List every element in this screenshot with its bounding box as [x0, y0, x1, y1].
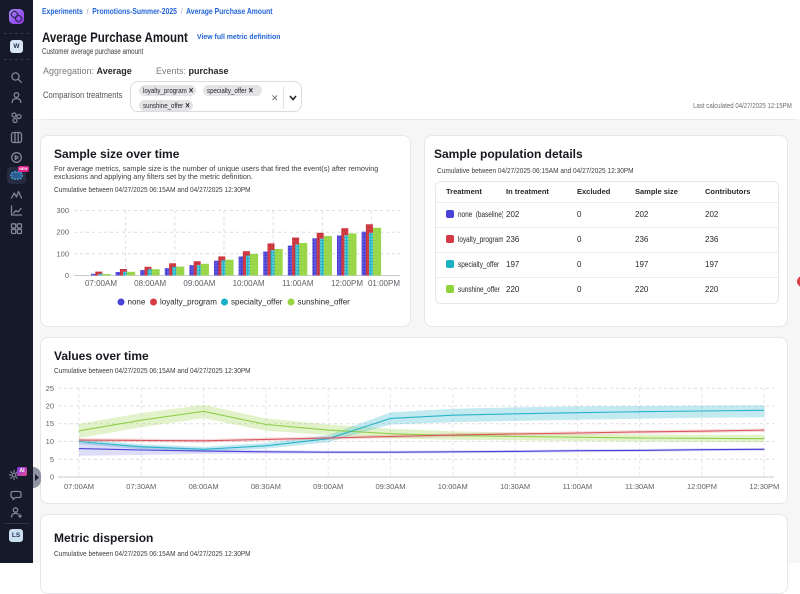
svg-text:10:30AM: 10:30AM — [500, 482, 530, 491]
svg-text:12:00PM: 12:00PM — [687, 482, 717, 491]
svg-text:07:30AM: 07:30AM — [126, 482, 156, 491]
svg-text:10:00AM: 10:00AM — [233, 279, 265, 288]
svg-text:specialty_offer: specialty_offer — [231, 298, 283, 307]
svg-text:300: 300 — [56, 206, 69, 215]
svg-text:09:00AM: 09:00AM — [183, 279, 215, 288]
svg-text:0: 0 — [65, 271, 69, 280]
svg-text:20: 20 — [46, 402, 54, 411]
svg-text:08:00AM: 08:00AM — [189, 482, 219, 491]
svg-text:0: 0 — [50, 473, 54, 482]
svg-text:100: 100 — [56, 249, 69, 258]
svg-text:10: 10 — [46, 437, 54, 446]
svg-text:12:30PM: 12:30PM — [749, 482, 779, 491]
svg-text:5: 5 — [50, 455, 54, 464]
svg-text:25: 25 — [46, 384, 54, 393]
svg-text:11:00AM: 11:00AM — [563, 482, 592, 491]
svg-text:loyalty_program: loyalty_program — [160, 298, 217, 307]
svg-text:10:00AM: 10:00AM — [438, 482, 468, 491]
svg-text:09:00AM: 09:00AM — [313, 482, 343, 491]
svg-text:08:30AM: 08:30AM — [251, 482, 281, 491]
svg-text:07:00AM: 07:00AM — [64, 482, 94, 491]
svg-text:15: 15 — [46, 419, 54, 428]
svg-text:200: 200 — [56, 228, 69, 237]
svg-text:08:00AM: 08:00AM — [134, 279, 166, 288]
svg-text:07:00AM: 07:00AM — [85, 279, 117, 288]
svg-text:11:00AM: 11:00AM — [282, 279, 314, 288]
svg-text:09:30AM: 09:30AM — [375, 482, 405, 491]
svg-text:12:00PM: 12:00PM — [331, 279, 363, 288]
svg-text:sunshine_offer: sunshine_offer — [298, 298, 351, 307]
svg-text:none: none — [128, 298, 146, 307]
svg-text:01:00PM: 01:00PM — [368, 279, 400, 288]
svg-text:11:30AM: 11:30AM — [625, 482, 654, 491]
